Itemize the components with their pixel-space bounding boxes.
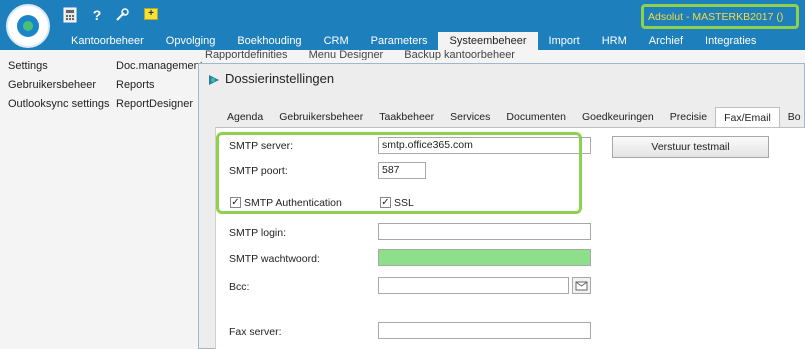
ribbon-item-reportdesigner[interactable]: ReportDesigner [116, 95, 203, 114]
menu-integraties[interactable]: Integraties [694, 32, 767, 50]
ribbon-item-backup[interactable]: Backup kantoorbeheer [404, 50, 515, 60]
ribbon-item-settings[interactable]: Settings [8, 57, 110, 76]
tab-taakbeheer[interactable]: Taakbeheer [371, 107, 442, 127]
send-test-mail-button[interactable]: Verstuur testmail [612, 136, 769, 158]
logo-mark [17, 15, 39, 37]
tab-bo[interactable]: Bo [780, 107, 805, 127]
tab-fax-email[interactable]: Fax/Email [715, 107, 780, 127]
ribbon-item-doc-management[interactable]: Doc.management [116, 57, 203, 76]
environment-label: Adsolut - MASTERKB2017 () [648, 11, 784, 23]
ribbon-obscured-items: Rapportdefinities Menu Designer Backup k… [205, 50, 533, 60]
menu-boekhouding[interactable]: Boekhouding [226, 32, 312, 50]
tab-documenten[interactable]: Documenten [498, 107, 574, 127]
tab-services[interactable]: Services [442, 107, 498, 127]
menu-opvolging[interactable]: Opvolging [155, 32, 227, 50]
smtp-highlight-callout [216, 132, 582, 214]
tab-goedkeuringen[interactable]: Goedkeuringen [574, 107, 662, 127]
add-icon[interactable]: + [144, 8, 158, 20]
address-book-icon[interactable] [572, 277, 591, 294]
app-logo[interactable] [6, 4, 50, 48]
menu-archief[interactable]: Archief [638, 32, 694, 50]
ribbon-item-gebruikersbeheer[interactable]: Gebruikersbeheer [8, 76, 110, 95]
environment-indicator: Adsolut - MASTERKB2017 () [641, 4, 799, 29]
menu-import[interactable]: Import [538, 32, 591, 50]
help-icon[interactable]: ? [89, 7, 105, 23]
dialog-tabs: Agenda Gebruikersbeheer Taakbeheer Servi… [219, 107, 805, 127]
top-bar: ? + Adsolut - MASTERKB2017 () Kantoorbeh… [0, 0, 805, 50]
ribbon-item-outlooksync[interactable]: Outlooksync settings [8, 95, 110, 114]
ribbon-column-2: Doc.management Reports ReportDesigner [116, 57, 203, 114]
main-menu: Kantoorbeheer Opvolging Boekhouding CRM … [60, 32, 767, 50]
bcc-label: Bcc: [229, 281, 250, 293]
smtp-login-input[interactable] [378, 223, 591, 240]
calculator-icon[interactable] [62, 7, 78, 23]
smtp-password-input[interactable] [378, 249, 591, 266]
menu-parameters[interactable]: Parameters [360, 32, 439, 50]
smtp-login-label: SMTP login: [229, 227, 286, 239]
menu-systeembeheer[interactable]: Systeembeheer [438, 32, 538, 50]
ribbon-item-reports[interactable]: Reports [116, 76, 203, 95]
tab-precisie[interactable]: Precisie [662, 107, 715, 127]
tools-icon[interactable] [114, 7, 130, 23]
menu-hrm[interactable]: HRM [591, 32, 638, 50]
dialog-title: Dossierinstellingen [225, 71, 335, 86]
ribbon-column-1: Settings Gebruikersbeheer Outlooksync se… [8, 57, 110, 114]
ribbon-item-rapportdefinities[interactable]: Rapportdefinities [205, 50, 288, 60]
ribbon-item-menu-designer[interactable]: Menu Designer [309, 50, 384, 60]
menu-kantoorbeheer[interactable]: Kantoorbeheer [60, 32, 155, 50]
dialog-app-icon [207, 73, 221, 87]
tab-gebruikersbeheer[interactable]: Gebruikersbeheer [271, 107, 371, 127]
menu-crm[interactable]: CRM [313, 32, 360, 50]
tab-agenda[interactable]: Agenda [219, 107, 271, 127]
bcc-input[interactable] [378, 277, 569, 294]
fax-server-input[interactable] [378, 322, 591, 339]
smtp-password-label: SMTP wachtwoord: [229, 253, 320, 265]
fax-server-label: Fax server: [229, 326, 282, 338]
